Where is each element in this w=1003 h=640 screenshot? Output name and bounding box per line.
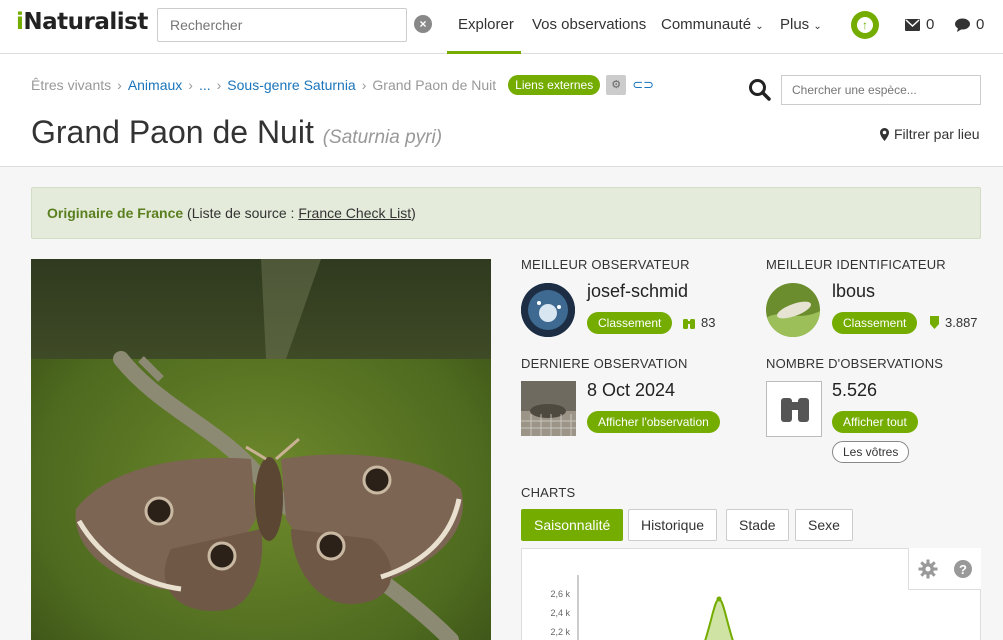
last-observation-thumbnail[interactable] — [521, 381, 576, 436]
charts-label: CHARTS — [521, 485, 576, 500]
observation-count-label: NOMBRE D'OBSERVATIONS — [766, 356, 944, 371]
envelope-icon — [905, 18, 920, 31]
messages-button[interactable]: 0 — [905, 16, 934, 33]
active-nav-indicator — [447, 51, 521, 54]
moth-photo-image — [31, 259, 491, 640]
binoculars-icon — [781, 398, 809, 422]
map-marker-icon — [880, 127, 889, 141]
nav-explorer[interactable]: Explorer — [458, 16, 514, 33]
identifier-count-value: 3.887 — [945, 315, 978, 330]
page-title: Grand Paon de Nuit (Saturnia pyri) — [31, 114, 442, 151]
clear-search-icon[interactable]: × — [414, 15, 432, 33]
nav-community[interactable]: Communauté ⌄ — [661, 16, 764, 33]
avatar-image — [766, 283, 820, 337]
top-identifier-label: MEILLEUR IDENTIFICATEUR — [766, 257, 946, 272]
identifier-leaderboard-button[interactable]: Classement — [832, 312, 918, 334]
nav-more[interactable]: Plus ⌄ — [780, 16, 822, 33]
separator: › — [188, 77, 193, 93]
top-identifier-name[interactable]: lbous — [832, 281, 875, 302]
chart-tools: ? — [908, 548, 981, 590]
observation-thumbnail-image — [521, 381, 576, 436]
filter-by-place-label: Filtrer par lieu — [894, 126, 980, 142]
checklist-link[interactable]: France Check List — [298, 205, 411, 221]
breadcrumb-item[interactable]: Êtres vivants — [31, 77, 111, 93]
identifier-count: 3.887 — [929, 315, 978, 330]
top-observer-name[interactable]: josef-schmid — [587, 281, 688, 302]
seasonality-area — [704, 597, 734, 640]
y-tick-label: 2,6 k — [550, 589, 570, 599]
speech-bubble-icon — [955, 18, 970, 32]
last-observation-date: 8 Oct 2024 — [587, 380, 676, 400]
breadcrumb-item[interactable]: Sous-genre Saturnia — [227, 77, 355, 93]
separator: › — [216, 77, 222, 93]
help-icon[interactable]: ? — [953, 559, 973, 579]
separator: › — [117, 77, 122, 93]
breadcrumb: Êtres vivants › Animaux › ... › Sous-gen… — [31, 75, 654, 95]
gear-icon[interactable]: ⚙ — [606, 75, 627, 95]
arrow-up-icon: ↑ — [857, 17, 873, 33]
view-observation-button[interactable]: Afficher l'observation — [587, 411, 720, 433]
link-icon[interactable]: ⊂⊃ — [632, 77, 654, 93]
observer-count: 83 — [682, 315, 715, 330]
tab-life-stage[interactable]: Stade — [726, 509, 789, 541]
upload-button[interactable]: ↑ — [851, 11, 879, 39]
last-observation-label: DERNIERE OBSERVATION — [521, 356, 688, 371]
search-input[interactable] — [157, 8, 407, 42]
observer-leaderboard-button[interactable]: Classement — [587, 312, 673, 334]
peak-point[interactable] — [716, 596, 722, 602]
nav-your-observations[interactable]: Vos observations — [532, 16, 646, 33]
observation-count-value: 5.526 — [832, 380, 878, 400]
breadcrumb-item[interactable]: ... — [199, 77, 211, 93]
filter-by-place-button[interactable]: Filtrer par lieu — [880, 126, 980, 142]
top-observer-avatar[interactable] — [521, 283, 575, 337]
y-tick-label: 2,2 k — [550, 627, 570, 637]
chevron-down-icon: ⌄ — [755, 21, 764, 32]
binoculars-icon — [683, 318, 695, 329]
notifications-button[interactable]: 0 — [955, 16, 984, 33]
top-identifier-avatar[interactable] — [766, 283, 820, 337]
observations-icon-box — [766, 381, 822, 437]
separator: › — [361, 77, 367, 93]
your-observations-button[interactable]: Les vôtres — [832, 441, 910, 463]
native-status-notice: Originaire de France (Liste de source : … — [31, 187, 981, 239]
species-search-input[interactable] — [781, 75, 981, 105]
tab-sex[interactable]: Sexe — [795, 509, 853, 541]
scientific-name: (Saturnia pyri) — [322, 127, 443, 148]
native-source-close: ) — [411, 205, 416, 221]
common-name: Grand Paon de Nuit — [31, 114, 314, 150]
inaturalist-logo[interactable]: iNaturalist — [16, 9, 148, 35]
species-photo[interactable] — [31, 259, 491, 640]
external-links-button[interactable]: Liens externes — [508, 75, 601, 95]
native-status: Originaire de France — [47, 205, 184, 221]
native-source-text: (Liste de source : — [183, 205, 299, 221]
chevron-down-icon: ⌄ — [813, 21, 822, 32]
top-observer-label: MEILLEUR OBSERVATEUR — [521, 257, 690, 272]
breadcrumb-current: Grand Paon de Nuit — [372, 77, 497, 93]
breadcrumb-item[interactable]: Animaux — [128, 77, 182, 93]
avatar-image — [521, 283, 575, 337]
notifications-count: 0 — [976, 16, 985, 33]
tab-history[interactable]: Historique — [628, 509, 718, 541]
messages-count: 0 — [926, 16, 935, 33]
svg-text:?: ? — [959, 562, 967, 577]
observer-count-value: 83 — [701, 315, 716, 330]
view-all-button[interactable]: Afficher tout — [832, 411, 918, 433]
tab-seasonality[interactable]: Saisonnalité — [521, 509, 624, 541]
top-navbar: iNaturalist × Explorer Vos observations … — [0, 0, 1003, 54]
tag-icon — [930, 316, 939, 329]
search-icon[interactable] — [748, 78, 772, 102]
y-tick-label: 2,4 k — [550, 608, 570, 618]
gear-icon[interactable] — [918, 559, 938, 579]
